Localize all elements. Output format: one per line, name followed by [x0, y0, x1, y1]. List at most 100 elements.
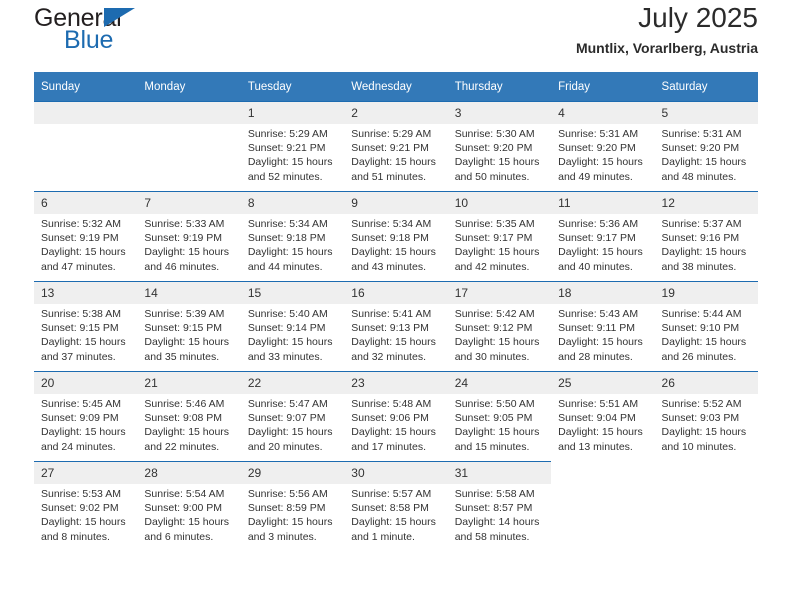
calendar-day-cell[interactable]: 31 Sunrise: 5:58 AM Sunset: 8:57 PM Dayligh…	[447, 461, 552, 551]
calendar-day-cell[interactable]: 1 Sunrise: 5:29 AM Sunset: 9:21 PM Daylight…	[240, 101, 345, 192]
weekday-header-monday: Monday	[137, 72, 241, 102]
calendar-day-cell[interactable]: 20 Sunrise: 5:45 AM Sunset: 9:09 PM Dayligh…	[34, 371, 138, 462]
calendar-day-cell[interactable]: 10 Sunrise: 5:35 AM Sunset: 9:17 PM Dayligh…	[447, 191, 552, 282]
day-cell-inner: 30 Sunrise: 5:57 AM Sunset: 8:58 PM Dayligh…	[344, 462, 448, 551]
day-details: Sunrise: 5:53 AM Sunset: 9:02 PM Daylight:…	[34, 484, 137, 544]
day-detail-line: and 49 minutes.	[558, 170, 633, 183]
day-detail-line: Sunrise: 5:33 AM	[144, 218, 225, 230]
day-detail-line: and 43 minutes.	[351, 260, 426, 273]
day-detail-line: and 51 minutes.	[351, 170, 426, 183]
day-cell-inner: 6 Sunrise: 5:32 AM Sunset: 9:19 PM Daylight…	[34, 192, 138, 281]
calendar-day-cell[interactable]: 9 Sunrise: 5:34 AM Sunset: 9:18 PM Daylight…	[344, 191, 448, 282]
calendar-day-cell[interactable]: 14 Sunrise: 5:39 AM Sunset: 9:15 PM Dayligh…	[137, 281, 241, 372]
day-number: 7	[137, 192, 241, 214]
weekday-header-friday: Friday	[551, 72, 655, 102]
day-cell-inner: 10 Sunrise: 5:35 AM Sunset: 9:17 PM Dayligh…	[447, 192, 552, 281]
calendar-day-cell[interactable]: 3 Sunrise: 5:30 AM Sunset: 9:20 PM Daylight…	[447, 101, 552, 192]
day-detail-line: Sunrise: 5:31 AM	[558, 128, 639, 140]
day-detail-line: Daylight: 15 hours	[247, 336, 333, 349]
day-number: 20	[34, 372, 138, 394]
day-detail-line: Daylight: 15 hours	[41, 336, 126, 349]
day-detail-line: and 32 minutes.	[351, 350, 426, 363]
day-number: 11	[551, 192, 655, 214]
day-detail-line: Sunset: 9:14 PM	[247, 322, 326, 335]
day-detail-line: Daylight: 15 hours	[144, 336, 230, 349]
calendar-day-cell[interactable]: 25 Sunrise: 5:51 AM Sunset: 9:04 PM Dayligh…	[551, 371, 655, 462]
day-number: 19	[654, 282, 758, 304]
calendar-day-cell[interactable]: 28 Sunrise: 5:54 AM Sunset: 9:00 PM Dayligh…	[137, 461, 241, 551]
day-detail-line: and 15 minutes.	[454, 440, 530, 453]
triangle-right-icon	[104, 8, 135, 27]
calendar-day-cell[interactable]: 21 Sunrise: 5:46 AM Sunset: 9:08 PM Dayligh…	[137, 371, 241, 462]
calendar-day-cell[interactable]: 19 Sunrise: 5:44 AM Sunset: 9:10 PM Dayligh…	[654, 281, 758, 372]
calendar-day-cell[interactable]: 5 Sunrise: 5:31 AM Sunset: 9:20 PM Daylight…	[654, 101, 758, 192]
day-detail-line: and 58 minutes.	[454, 530, 530, 543]
day-cell-inner: 15 Sunrise: 5:40 AM Sunset: 9:14 PM Dayligh…	[240, 282, 345, 371]
calendar-day-cell[interactable]: 2 Sunrise: 5:29 AM Sunset: 9:21 PM Daylight…	[344, 101, 448, 192]
calendar-day-cell[interactable]: 4 Sunrise: 5:31 AM Sunset: 9:20 PM Daylight…	[551, 101, 655, 192]
calendar-week-row: 20 Sunrise: 5:45 AM Sunset: 9:09 PM Dayligh…	[34, 371, 758, 462]
calendar-day-cell[interactable]: 29 Sunrise: 5:56 AM Sunset: 8:59 PM Dayligh…	[240, 461, 345, 551]
calendar-day-cell[interactable]: 27 Sunrise: 5:53 AM Sunset: 9:02 PM Dayligh…	[34, 461, 138, 551]
day-number	[137, 102, 241, 124]
day-detail-line: Sunrise: 5:50 AM	[454, 398, 535, 410]
day-cell-inner	[551, 462, 654, 551]
day-detail-line: Sunset: 8:58 PM	[351, 502, 429, 515]
calendar-day-cell[interactable]: 12 Sunrise: 5:37 AM Sunset: 9:16 PM Dayligh…	[654, 191, 758, 282]
day-cell-inner: 2 Sunrise: 5:29 AM Sunset: 9:21 PM Daylight…	[344, 102, 448, 191]
day-detail-line: Sunset: 9:17 PM	[454, 232, 533, 245]
day-cell-inner: 14 Sunrise: 5:39 AM Sunset: 9:15 PM Dayligh…	[137, 282, 241, 371]
day-number: 6	[34, 192, 138, 214]
calendar-day-cell[interactable]: 15 Sunrise: 5:40 AM Sunset: 9:14 PM Dayligh…	[240, 281, 345, 372]
day-details: Sunrise: 5:46 AM Sunset: 9:08 PM Daylight:…	[137, 394, 240, 454]
calendar-day-cell[interactable]: 17 Sunrise: 5:42 AM Sunset: 9:12 PM Dayligh…	[447, 281, 552, 372]
day-detail-line: and 40 minutes.	[558, 260, 633, 273]
day-detail-line: Sunrise: 5:40 AM	[247, 308, 328, 320]
calendar-day-cell[interactable]: 22 Sunrise: 5:47 AM Sunset: 9:07 PM Dayligh…	[240, 371, 345, 462]
day-detail-line: Daylight: 15 hours	[247, 426, 333, 439]
day-details	[34, 124, 137, 127]
day-cell-inner: 19 Sunrise: 5:44 AM Sunset: 9:10 PM Dayligh…	[654, 282, 758, 371]
day-detail-line: Daylight: 15 hours	[144, 516, 230, 529]
day-detail-line: Sunset: 9:19 PM	[41, 232, 119, 245]
day-detail-line: Daylight: 15 hours	[558, 246, 643, 259]
calendar-day-cell[interactable]: 24 Sunrise: 5:50 AM Sunset: 9:05 PM Dayligh…	[447, 371, 552, 462]
day-detail-line: Daylight: 15 hours	[661, 336, 747, 349]
calendar-day-cell[interactable]: 18 Sunrise: 5:43 AM Sunset: 9:11 PM Dayligh…	[551, 281, 655, 372]
calendar-day-cell[interactable]: 11 Sunrise: 5:36 AM Sunset: 9:17 PM Dayligh…	[551, 191, 655, 282]
calendar-week-row: 27 Sunrise: 5:53 AM Sunset: 9:02 PM Dayligh…	[34, 461, 758, 552]
calendar-day-cell[interactable]: 26 Sunrise: 5:52 AM Sunset: 9:03 PM Dayligh…	[654, 371, 758, 462]
logo-text-blue: Blue	[64, 26, 114, 54]
day-detail-line: Sunset: 9:17 PM	[558, 232, 636, 245]
day-cell-inner: 11 Sunrise: 5:36 AM Sunset: 9:17 PM Dayligh…	[551, 192, 655, 281]
logo-general-blue[interactable]: General Blue	[34, 6, 234, 62]
day-number: 25	[551, 372, 655, 394]
day-detail-line: Sunrise: 5:29 AM	[351, 128, 432, 140]
title-block: July 2025 Muntlix, Vorarlberg, Austria	[576, 0, 758, 56]
day-detail-line: and 48 minutes.	[661, 170, 737, 183]
day-cell-inner: 28 Sunrise: 5:54 AM Sunset: 9:00 PM Dayligh…	[137, 462, 241, 551]
day-detail-line: Daylight: 15 hours	[41, 246, 126, 259]
calendar-cell-empty	[655, 462, 758, 552]
day-detail-line: Sunrise: 5:34 AM	[247, 218, 328, 230]
calendar-day-cell[interactable]: 23 Sunrise: 5:48 AM Sunset: 9:06 PM Dayligh…	[344, 371, 448, 462]
day-details: Sunrise: 5:57 AM Sunset: 8:58 PM Daylight:…	[344, 484, 447, 544]
day-cell-inner: 29 Sunrise: 5:56 AM Sunset: 8:59 PM Dayligh…	[240, 462, 345, 551]
day-detail-line: Daylight: 15 hours	[247, 156, 333, 169]
day-detail-line: Sunset: 8:59 PM	[247, 502, 326, 515]
calendar-day-cell[interactable]: 30 Sunrise: 5:57 AM Sunset: 8:58 PM Dayligh…	[344, 461, 448, 551]
page-title: July 2025	[638, 2, 758, 33]
day-detail-line: Sunset: 9:20 PM	[454, 142, 533, 155]
day-detail-line: Daylight: 15 hours	[247, 516, 333, 529]
calendar-day-cell[interactable]: 7 Sunrise: 5:33 AM Sunset: 9:19 PM Daylight…	[137, 191, 241, 282]
calendar-day-cell[interactable]: 13 Sunrise: 5:38 AM Sunset: 9:15 PM Dayligh…	[34, 281, 138, 372]
day-detail-line: Sunset: 9:16 PM	[661, 232, 740, 245]
day-detail-line: Sunrise: 5:41 AM	[351, 308, 432, 320]
calendar-day-cell[interactable]: 8 Sunrise: 5:34 AM Sunset: 9:18 PM Daylight…	[240, 191, 345, 282]
day-detail-line: Sunrise: 5:38 AM	[41, 308, 121, 320]
day-detail-line: Sunset: 9:04 PM	[558, 412, 636, 425]
calendar-day-cell[interactable]: 16 Sunrise: 5:41 AM Sunset: 9:13 PM Dayligh…	[344, 281, 448, 372]
day-detail-line: Sunset: 9:09 PM	[41, 412, 119, 425]
calendar-day-cell[interactable]: 6 Sunrise: 5:32 AM Sunset: 9:19 PM Daylight…	[34, 191, 138, 282]
day-cell-inner: 31 Sunrise: 5:58 AM Sunset: 8:57 PM Dayligh…	[447, 462, 552, 551]
